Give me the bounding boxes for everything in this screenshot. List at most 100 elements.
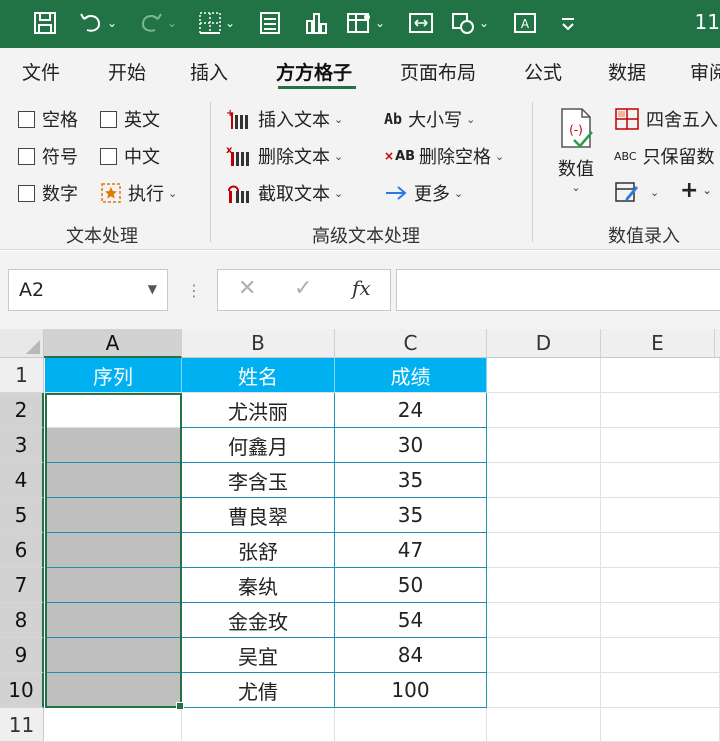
column-header-f[interactable] (715, 329, 720, 358)
selected-cell[interactable] (45, 603, 182, 638)
score-cell[interactable]: 50 (335, 568, 487, 603)
header-cell-score[interactable]: 成绩 (335, 358, 487, 393)
row-header-11[interactable]: 11 (0, 708, 44, 742)
name-cell[interactable]: 金金玫 (182, 603, 335, 638)
spreadsheet-grid[interactable]: A B C D E 1 2 3 4 5 6 7 8 9 10 11 序列 姓名 … (0, 329, 720, 742)
cell[interactable] (487, 603, 601, 638)
score-cell[interactable]: 35 (335, 498, 487, 533)
cell[interactable] (487, 638, 601, 673)
delete-space-button[interactable]: × AB 删除空格 ⌄ (384, 143, 504, 169)
tab-review[interactable]: 审阅 (690, 58, 720, 85)
checkbox-space[interactable]: 空格 (18, 106, 78, 132)
tab-formulas[interactable]: 公式 (524, 58, 562, 85)
cancel-icon[interactable]: ✕ (238, 276, 256, 301)
name-cell[interactable]: 秦纨 (182, 568, 335, 603)
cell[interactable] (601, 463, 720, 498)
table-icon[interactable]: ⌄ (346, 8, 385, 38)
name-cell[interactable]: 何鑫月 (182, 428, 335, 463)
row-header-8[interactable]: 8 (0, 603, 44, 638)
select-all-button[interactable] (0, 329, 44, 358)
score-cell[interactable]: 24 (335, 393, 487, 428)
row-header-7[interactable]: 7 (0, 568, 44, 603)
confirm-icon[interactable]: ✓ (294, 276, 312, 301)
name-cell[interactable]: 吴宜 (182, 638, 335, 673)
header-cell-name[interactable]: 姓名 (182, 358, 335, 393)
score-cell[interactable]: 47 (335, 533, 487, 568)
row-header-4[interactable]: 4 (0, 463, 44, 498)
selected-cell[interactable] (45, 568, 182, 603)
cell[interactable] (487, 428, 601, 463)
cell[interactable] (601, 533, 720, 568)
cell[interactable] (487, 463, 601, 498)
cell[interactable] (601, 603, 720, 638)
extract-text-button[interactable]: 截取文本 ⌄ (226, 180, 343, 206)
cell[interactable] (487, 533, 601, 568)
insert-function-icon[interactable]: fx (352, 276, 371, 300)
checkbox-chinese[interactable]: 中文 (100, 143, 160, 169)
cell[interactable] (601, 498, 720, 533)
score-cell[interactable]: 54 (335, 603, 487, 638)
cell[interactable] (487, 358, 601, 393)
cell[interactable] (182, 708, 335, 742)
cell[interactable] (601, 428, 720, 463)
name-box[interactable]: A2 ▼ (8, 269, 168, 311)
tab-page-layout[interactable]: 页面布局 (400, 58, 476, 85)
name-cell[interactable]: 张舒 (182, 533, 335, 568)
column-header-e[interactable]: E (601, 329, 715, 358)
round-button[interactable]: 四舍五入 (614, 106, 718, 132)
selected-cell[interactable] (45, 463, 182, 498)
calculator-icon[interactable] (258, 8, 282, 38)
shapes-icon[interactable]: ⌄ (450, 8, 489, 38)
number-button[interactable]: (-) 数值 ⌄ (556, 106, 596, 194)
selected-cell[interactable] (45, 533, 182, 568)
header-cell-sequence[interactable]: 序列 (45, 358, 182, 393)
undo-icon[interactable]: ⌄ (78, 8, 117, 38)
delete-text-button[interactable]: x 删除文本 ⌄ (226, 143, 343, 169)
score-cell[interactable]: 84 (335, 638, 487, 673)
name-cell[interactable]: 曹良翠 (182, 498, 335, 533)
cell[interactable] (487, 393, 601, 428)
keep-number-button[interactable]: ABC 只保留数 (614, 143, 715, 169)
cell[interactable] (487, 673, 601, 708)
cell[interactable] (601, 358, 720, 393)
column-header-c[interactable]: C (335, 329, 487, 358)
row-header-9[interactable]: 9 (0, 638, 44, 673)
borders-icon[interactable]: ⌄ (198, 8, 235, 38)
row-header-6[interactable]: 6 (0, 533, 44, 568)
name-cell[interactable]: 李含玉 (182, 463, 335, 498)
execute-button[interactable]: 执行 ⌄ (100, 180, 177, 206)
score-cell[interactable]: 100 (335, 673, 487, 708)
name-cell[interactable]: 尤倩 (182, 673, 335, 708)
cell[interactable] (601, 673, 720, 708)
drag-handle-icon[interactable]: ⋮ (186, 281, 202, 300)
row-header-3[interactable]: 3 (0, 428, 44, 463)
formula-input[interactable] (396, 269, 720, 311)
row-header-1[interactable]: 1 (0, 358, 44, 393)
row-header-10[interactable]: 10 (0, 673, 44, 708)
checkbox-english[interactable]: 英文 (100, 106, 160, 132)
chart-icon[interactable] (304, 8, 330, 38)
cell[interactable] (601, 638, 720, 673)
score-cell[interactable]: 30 (335, 428, 487, 463)
score-cell[interactable]: 35 (335, 463, 487, 498)
save-icon[interactable] (32, 8, 58, 38)
more-button[interactable]: 更多 ⌄ (384, 180, 463, 206)
column-header-a[interactable]: A (44, 329, 182, 358)
selected-cell[interactable] (45, 498, 182, 533)
row-header-5[interactable]: 5 (0, 498, 44, 533)
cell[interactable] (601, 708, 720, 742)
selected-cell[interactable] (45, 673, 182, 708)
redo-icon[interactable]: ⌄ (138, 8, 177, 38)
tab-home[interactable]: 开始 (108, 58, 146, 85)
name-cell[interactable]: 尤洪丽 (182, 393, 335, 428)
screen-icon[interactable] (408, 8, 434, 38)
add-button[interactable]: + ⌄ (680, 178, 712, 203)
cell[interactable] (601, 568, 720, 603)
edit-button[interactable]: ⌄ (614, 180, 659, 204)
cell[interactable] (487, 708, 601, 742)
select-icon[interactable]: A (512, 8, 538, 38)
cell[interactable] (335, 708, 487, 742)
customize-icon[interactable] (558, 8, 578, 38)
column-header-b[interactable]: B (182, 329, 335, 358)
fill-handle[interactable] (176, 702, 184, 710)
